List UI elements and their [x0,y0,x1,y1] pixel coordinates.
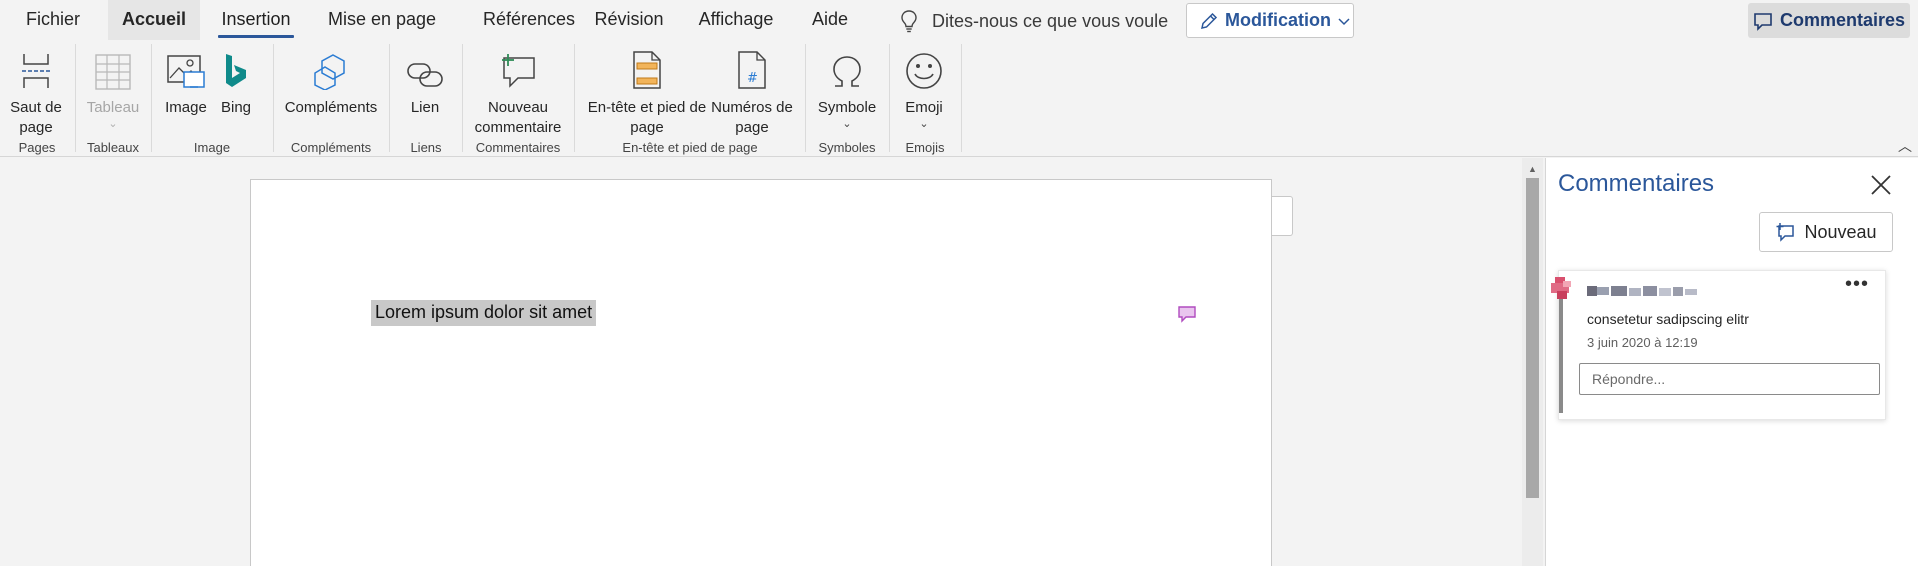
group-pages-label: Pages [18,140,56,155]
picture-icon [167,55,205,88]
tab-fichier[interactable]: Fichier [8,0,98,40]
comment-date: 3 juin 2020 à 12:19 [1587,335,1698,350]
group-liens-label: Liens [410,140,442,155]
link-label: Lien [410,99,440,116]
selected-text[interactable]: Lorem ipsum dolor sit amet [371,300,597,326]
header-footer-button[interactable]: En-tête et pied de page [584,40,710,138]
smiley-icon [906,53,942,89]
ribbon-divider [805,44,806,152]
chevron-down-icon: ⌄ [842,118,852,130]
ribbon-divider [75,44,76,152]
table-button[interactable]: Tableau ⌄ [82,40,144,130]
scrollbar-thumb[interactable] [1526,178,1539,498]
ribbon-divider [462,44,463,152]
ribbon-divider [151,44,152,152]
group-entete-label: En-tête et pied de page [622,140,758,155]
document-area: Lorem ipsum dolor sit amet ▲ [0,158,1543,566]
new-comment-icon [502,54,535,88]
page-number-icon: # [738,51,766,89]
link-button[interactable]: Lien [398,40,452,118]
header-footer-label: En-tête et pied de page [587,99,707,136]
bing-button[interactable]: Bing [214,40,258,118]
table-label: Tableau [86,99,140,116]
ribbon-divider [273,44,274,152]
group-image-label: Image [193,140,231,155]
header-footer-icon [633,51,661,89]
tab-mise-en-page[interactable]: Mise en page [323,0,441,40]
editing-mode-dropdown[interactable]: Modification [1186,3,1354,38]
collapse-ribbon-icon[interactable]: ︿ [1898,136,1912,156]
group-symboles-label: Symboles [818,140,876,155]
tell-me-text: Dites-nous ce que vous voule [932,10,1169,31]
avatar [1551,277,1571,299]
comment-text: consetetur sadipscing elitr [1587,311,1749,327]
group-tableaux-label: Tableaux [86,140,140,155]
comments-pane-title: Commentaires [1558,170,1715,197]
new-comment-icon [1776,223,1795,242]
page-break-icon [22,54,50,88]
comment-thread-bar [1559,295,1563,413]
reply-input[interactable] [1579,363,1880,395]
link-icon [407,63,443,87]
ribbon-divider [889,44,890,152]
addins-label: Compléments [284,99,378,116]
more-options-icon[interactable]: ••• [1845,273,1869,296]
editing-mode-label: Modification [1225,10,1331,30]
page-break-button[interactable]: Saut de page [6,40,66,138]
chevron-down-icon: ⌄ [919,118,929,130]
emoji-button[interactable]: Emoji ⌄ [896,40,952,130]
comments-pane: Commentaires Nouveau ••• consetetur sadi… [1545,158,1918,566]
ribbon-divider [574,44,575,152]
tab-references[interactable]: Références [466,0,592,40]
comments-toggle-label: Commentaires [1779,10,1906,30]
scroll-up-icon[interactable]: ▲ [1528,164,1537,174]
page-side-tab [1271,196,1293,236]
comments-toggle-button[interactable]: Commentaires [1748,3,1910,38]
group-emojis-label: Emojis [905,140,945,155]
bing-label: Bing [220,99,252,116]
word-online-window: Fichier Accueil Insertion Mise en page R… [0,0,1918,566]
tell-me-search[interactable]: Dites-nous ce que vous voule [900,8,1168,34]
image-button[interactable]: Image [160,40,212,118]
vertical-scrollbar[interactable]: ▲ [1522,158,1543,566]
group-complements-label: Compléments [290,140,372,155]
comment-icon [1754,12,1772,31]
new-comment-pane-label: Nouveau [1804,221,1877,242]
tab-accueil[interactable]: Accueil [108,0,200,40]
image-label: Image [165,99,207,116]
close-icon[interactable] [1868,172,1894,198]
chevron-down-icon: ⌄ [108,118,118,130]
ribbon-insertion: Saut de page Pages Tableau ⌄ Tableaux Im… [0,40,1918,157]
omega-icon [833,56,861,87]
group-commentaires-label: Commentaires [475,140,561,155]
tab-insertion[interactable]: Insertion [218,0,294,40]
document-page[interactable]: Lorem ipsum dolor sit amet [250,179,1272,566]
symbol-label: Symbole [817,99,877,116]
ribbon-divider [961,44,962,152]
emoji-label: Emoji [905,99,943,116]
page-numbers-label: Numéros de page [711,99,793,136]
chevron-down-icon [1338,17,1350,25]
tab-aide[interactable]: Aide [805,0,855,40]
table-icon [95,54,131,90]
tab-revision[interactable]: Révision [590,0,668,40]
new-comment-pane-button[interactable]: Nouveau [1759,212,1893,252]
addins-icon [314,54,345,90]
symbol-button[interactable]: Symbole ⌄ [812,40,882,130]
tab-affichage[interactable]: Affichage [690,0,782,40]
pencil-icon [1201,12,1218,29]
bing-icon [226,54,246,87]
svg-text:#: # [747,71,758,86]
page-numbers-button[interactable]: # Numéros de page [708,40,796,138]
comment-marker-icon[interactable] [1178,305,1196,323]
new-comment-label: Nouveau commentaire [474,99,562,136]
lightbulb-icon [901,10,917,33]
comment-card[interactable]: ••• consetetur sadipscing elitr 3 juin 2… [1551,270,1886,420]
page-break-label: Saut de page [10,99,62,136]
author-name-blurred [1587,286,1697,296]
addins-button[interactable]: Compléments [280,40,382,118]
new-comment-button[interactable]: Nouveau commentaire [468,40,568,138]
ribbon-divider [389,44,390,152]
menu-bar: Fichier Accueil Insertion Mise en page R… [0,0,1918,40]
